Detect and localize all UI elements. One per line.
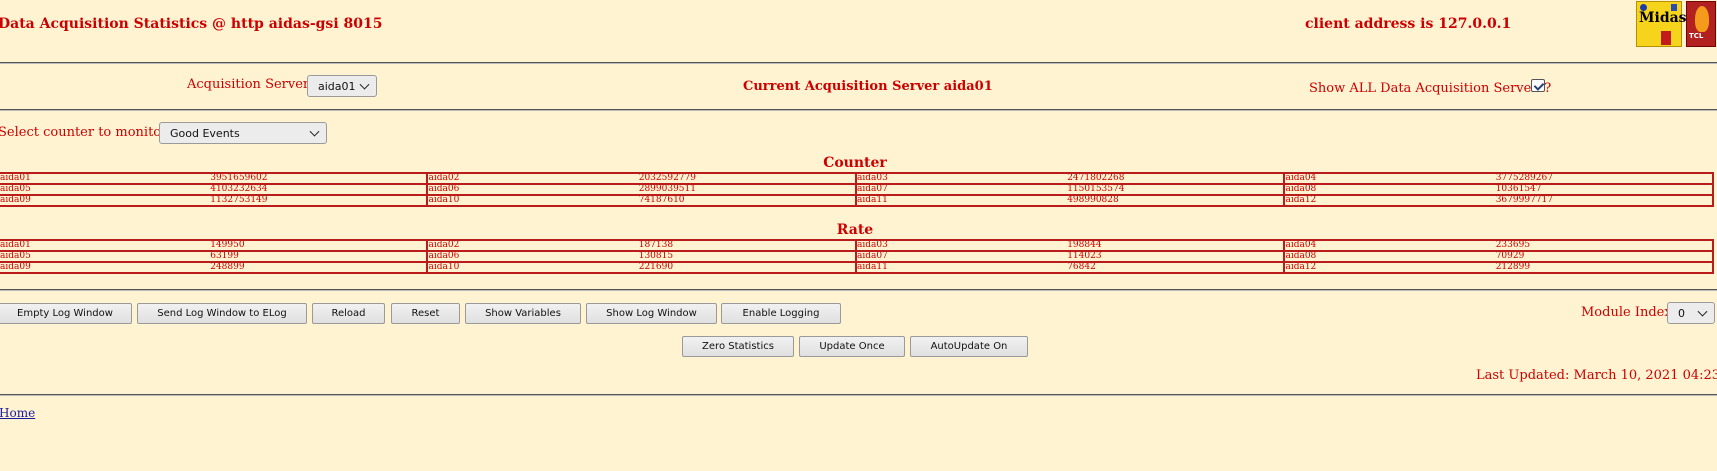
value-cell: 1150153574 bbox=[1067, 183, 1286, 196]
value-cell: 76842 bbox=[1067, 261, 1286, 274]
show-log-window-button[interactable]: Show Log Window bbox=[586, 303, 717, 324]
value-cell: 221690 bbox=[638, 261, 857, 274]
update-once-button[interactable]: Update Once bbox=[799, 336, 905, 357]
tcl-logo-text: TCL bbox=[1689, 32, 1704, 40]
server-name-cell: aida09 bbox=[0, 261, 211, 274]
server-name-cell: aida09 bbox=[0, 194, 211, 207]
value-cell: 2471802268 bbox=[1067, 172, 1286, 185]
value-cell: 198844 bbox=[1067, 239, 1286, 252]
page-title: Data Acquisition Statistics @ http aidas… bbox=[0, 16, 383, 32]
current-server: Current Acquisition Server aida01 bbox=[743, 79, 993, 94]
module-index-select[interactable]: 0 bbox=[1667, 302, 1715, 324]
server-name-cell: aida08 bbox=[1283, 250, 1496, 263]
rate-table: aida01 149950 aida02 187138 aida03 198844 aida… bbox=[0, 239, 1715, 274]
logo-bar-icon bbox=[1661, 31, 1671, 45]
home-link[interactable]: Home bbox=[0, 406, 35, 420]
server-name-cell: aida08 bbox=[1283, 183, 1496, 196]
value-cell: 70929 bbox=[1495, 250, 1715, 263]
value-cell: 212899 bbox=[1495, 261, 1715, 274]
value-cell: 498990828 bbox=[1067, 194, 1286, 207]
value-cell: 74187610 bbox=[638, 194, 857, 207]
value-cell: 2032592779 bbox=[638, 172, 857, 185]
chevron-down-icon bbox=[359, 79, 370, 90]
acquisition-server-value: aida01 bbox=[318, 79, 356, 93]
counter-title: Counter bbox=[823, 155, 887, 171]
value-cell: 233695 bbox=[1495, 239, 1715, 252]
counter-select[interactable]: Good Events bbox=[159, 122, 327, 144]
table-row: aida01 149950 aida02 187138 aida03 198844 aida… bbox=[0, 239, 1715, 252]
value-cell: 114023 bbox=[1067, 250, 1286, 263]
divider bbox=[0, 109, 1717, 111]
value-cell: 1132753149 bbox=[210, 194, 429, 207]
acquisition-server-select[interactable]: aida01 bbox=[307, 75, 377, 97]
counter-select-value: Good Events bbox=[170, 126, 240, 140]
server-name-cell: aida05 bbox=[0, 250, 211, 263]
value-cell: 187138 bbox=[638, 239, 857, 252]
divider bbox=[0, 289, 1717, 291]
midas-logo: Midas bbox=[1636, 1, 1687, 47]
server-name-cell: aida02 bbox=[426, 239, 639, 252]
server-name-cell: aida07 bbox=[854, 250, 1068, 263]
module-index-label: Module Index bbox=[1581, 305, 1672, 320]
server-name-cell: aida11 bbox=[854, 194, 1068, 207]
value-cell: 4103232634 bbox=[210, 183, 429, 196]
tcl-logo: TCL bbox=[1686, 1, 1716, 47]
server-name-cell: aida04 bbox=[1283, 239, 1496, 252]
value-cell: 2899039511 bbox=[638, 183, 857, 196]
server-name-cell: aida10 bbox=[426, 261, 639, 274]
server-name-cell: aida02 bbox=[426, 172, 639, 185]
empty-log-window-button[interactable]: Empty Log Window bbox=[0, 303, 132, 324]
show-all-servers-checkbox[interactable] bbox=[1531, 79, 1545, 92]
server-name-cell: aida01 bbox=[0, 172, 211, 185]
server-name-cell: aida05 bbox=[0, 183, 211, 196]
counter-table: aida01 3951659602 aida02 2032592779 aida03 24… bbox=[0, 172, 1715, 207]
enable-logging-button[interactable]: Enable Logging bbox=[721, 303, 841, 324]
chevron-down-icon bbox=[1697, 306, 1708, 317]
value-cell: 248899 bbox=[210, 261, 429, 274]
server-name-cell: aida06 bbox=[426, 183, 639, 196]
server-name-cell: aida12 bbox=[1283, 261, 1496, 274]
server-name-cell: aida06 bbox=[426, 250, 639, 263]
autoupdate-button[interactable]: AutoUpdate On bbox=[910, 336, 1028, 357]
reset-button[interactable]: Reset bbox=[391, 303, 460, 324]
chevron-down-icon bbox=[309, 126, 320, 137]
value-cell: 149950 bbox=[210, 239, 429, 252]
server-name-cell: aida03 bbox=[854, 239, 1068, 252]
server-name-cell: aida10 bbox=[426, 194, 639, 207]
divider bbox=[0, 394, 1717, 396]
table-row: aida05 63199 aida06 130815 aida07 114023 aida0… bbox=[0, 250, 1715, 263]
server-name-cell: aida11 bbox=[854, 261, 1068, 274]
show-variables-button[interactable]: Show Variables bbox=[465, 303, 581, 324]
counter-select-label: Select counter to monitor bbox=[0, 125, 168, 140]
zero-statistics-button[interactable]: Zero Statistics bbox=[682, 336, 794, 357]
server-name-cell: aida04 bbox=[1283, 172, 1496, 185]
send-log-to-elog-button[interactable]: Send Log Window to ELog bbox=[137, 303, 307, 324]
reload-button[interactable]: Reload bbox=[312, 303, 385, 324]
server-name-cell: aida03 bbox=[854, 172, 1068, 185]
table-row: aida09 248899 aida10 221690 aida11 76842 aida1… bbox=[0, 261, 1715, 274]
table-row: aida01 3951659602 aida02 2032592779 aida03 24… bbox=[0, 172, 1715, 185]
table-row: aida05 4103232634 aida06 2899039511 aida07 11… bbox=[0, 183, 1715, 196]
show-all-servers-label: Show ALL Data Acquisition Servers? bbox=[1309, 81, 1552, 96]
client-address: client address is 127.0.0.1 bbox=[1305, 16, 1512, 32]
rate-title: Rate bbox=[836, 222, 874, 238]
module-index-value: 0 bbox=[1678, 306, 1685, 320]
midas-logo-text: Midas bbox=[1639, 10, 1687, 26]
flame-icon bbox=[1695, 6, 1709, 32]
value-cell: 130815 bbox=[638, 250, 857, 263]
server-name-cell: aida01 bbox=[0, 239, 211, 252]
acquisition-servers-label: Acquisition Servers bbox=[187, 77, 316, 92]
server-name-cell: aida07 bbox=[854, 183, 1068, 196]
value-cell: 3951659602 bbox=[210, 172, 429, 185]
value-cell: 3679997717 bbox=[1495, 194, 1715, 207]
value-cell: 3775289267 bbox=[1495, 172, 1715, 185]
value-cell: 63199 bbox=[210, 250, 429, 263]
table-row: aida09 1132753149 aida10 74187610 aida11 4989… bbox=[0, 194, 1715, 207]
value-cell: 10361547 bbox=[1495, 183, 1715, 196]
divider bbox=[0, 62, 1717, 64]
check-icon bbox=[1533, 80, 1545, 91]
last-updated: Last Updated: March 10, 2021 04:23:22 bbox=[1476, 368, 1717, 383]
server-name-cell: aida12 bbox=[1283, 194, 1496, 207]
